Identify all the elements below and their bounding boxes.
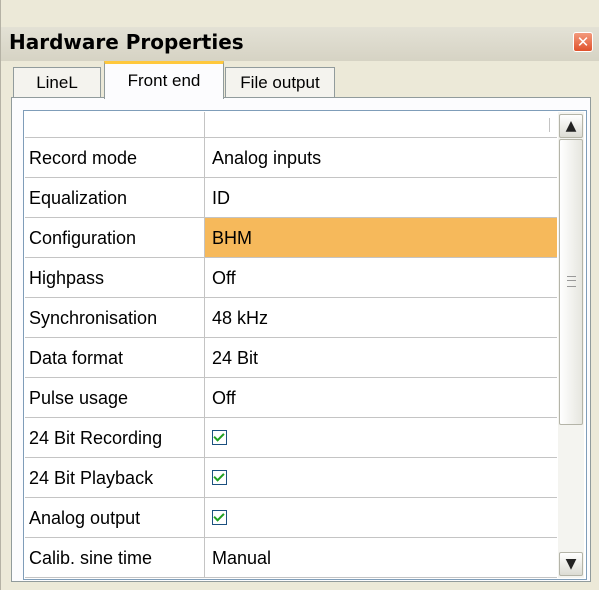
checkbox-checked-icon[interactable] [212,430,227,446]
property-name: Pulse usage [25,378,205,418]
property-row[interactable]: Calib. sine time Manual [25,538,557,578]
property-value[interactable]: BHM [205,218,557,258]
property-name: Highpass [25,258,205,298]
grip-icon [567,276,576,287]
property-row[interactable]: Data format 24 Bit [25,338,557,378]
property-row[interactable]: Highpass Off [25,258,557,298]
property-grid: Record mode Analog inputs Equalization ID Co… [25,112,557,578]
property-name: Analog output [25,498,205,538]
property-row[interactable]: 24 Bit Playback [25,458,557,498]
scroll-down-button[interactable]: ▼ [559,552,583,576]
property-value[interactable]: 24 Bit [205,338,557,378]
checkbox-checked-icon[interactable] [212,510,227,526]
header-name-column[interactable] [25,112,205,137]
property-row[interactable]: Analog output [25,498,557,538]
vertical-scrollbar[interactable]: ▲ ▼ [558,112,584,578]
chevron-up-icon: ▲ [565,118,577,134]
tab-strip: LineL Front end File output [11,61,591,99]
property-grid-header [25,112,557,138]
property-name: Record mode [25,138,205,178]
property-value[interactable]: Off [205,258,557,298]
property-name: Equalization [25,178,205,218]
property-row[interactable]: Pulse usage Off [25,378,557,418]
checkbox-checked-icon[interactable] [212,470,227,486]
property-name: 24 Bit Recording [25,418,205,458]
property-row[interactable]: Synchronisation 48 kHz [25,298,557,338]
property-row[interactable]: Record mode Analog inputs [25,138,557,178]
property-row[interactable]: Configuration BHM [25,218,557,258]
chevron-down-icon: ▼ [565,556,577,572]
property-value[interactable]: ID [205,178,557,218]
property-name: Configuration [25,218,205,258]
scroll-thumb[interactable] [559,139,583,425]
close-button[interactable]: ✕ [573,32,593,52]
property-value[interactable]: Manual [205,538,557,578]
property-name: Calib. sine time [25,538,205,578]
property-name: Data format [25,338,205,378]
window-title: Hardware Properties [9,30,244,54]
property-value[interactable] [205,498,557,538]
property-value[interactable] [205,418,557,458]
property-name: Synchronisation [25,298,205,338]
hardware-properties-window: Hardware Properties ✕ LineL Front end Fi… [0,0,599,590]
property-value[interactable]: 48 kHz [205,298,557,338]
tab-file-output[interactable]: File output [225,67,335,98]
tab-linel[interactable]: LineL [13,67,101,98]
tab-front-end[interactable]: Front end [104,61,224,99]
header-column-divider [549,118,550,132]
property-row[interactable]: Equalization ID [25,178,557,218]
property-value[interactable]: Off [205,378,557,418]
close-icon: ✕ [576,33,590,51]
scroll-up-button[interactable]: ▲ [559,114,583,138]
property-value[interactable] [205,458,557,498]
property-name: 24 Bit Playback [25,458,205,498]
title-bar: Hardware Properties ✕ [1,27,599,61]
property-row[interactable]: 24 Bit Recording [25,418,557,458]
property-value[interactable]: Analog inputs [205,138,557,178]
